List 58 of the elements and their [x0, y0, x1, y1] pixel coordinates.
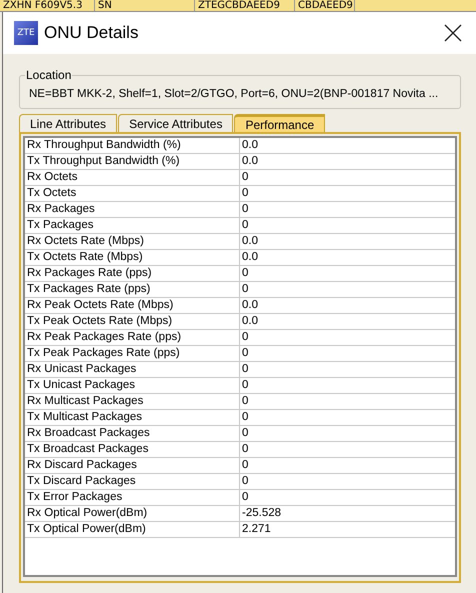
attribute-value-cell-text: 0 [241, 442, 250, 457]
attribute-name-cell: Tx Unicast Packages [25, 378, 240, 393]
attribute-name-cell: Tx Packages [25, 218, 240, 233]
close-icon [443, 23, 463, 43]
attribute-value-cell-text: -25.528 [241, 506, 282, 521]
attribute-name-cell: Tx Throughput Bandwidth (%) [25, 154, 240, 169]
attribute-value-cell-text: 2.271 [241, 522, 272, 537]
attribute-name-cell: Tx Error Packages [25, 490, 240, 505]
attribute-value-cell-text: 0 [241, 186, 250, 201]
attribute-name-cell: Rx Throughput Bandwidth (%) [25, 138, 240, 153]
tab[interactable]: Service Attributes [118, 114, 234, 132]
attribute-name-cell: Rx Multicast Packages [25, 394, 240, 409]
attribute-name-cell: Rx Peak Packages Rate (pps) [25, 330, 240, 345]
attribute-value-cell-text: 0 [241, 362, 250, 377]
attribute-value-cell-text: 0 [241, 346, 250, 361]
attribute-name-cell: Rx Packages Rate (pps) [25, 266, 240, 281]
attribute-name-cell: Tx Optical Power(dBm) [25, 522, 240, 537]
tab[interactable]: Performance [234, 114, 326, 132]
window-title: ONU Details [44, 23, 140, 43]
attribute-value-cell-text: 0.0 [241, 250, 259, 265]
attribute-value-cell-text: 0.0 [241, 314, 259, 329]
attribute-value-cell-text: 0 [241, 458, 250, 473]
attribute-name-cell: Tx Octets [25, 186, 240, 201]
attribute-value-cell-text: 0.0 [241, 154, 259, 169]
attribute-value-cell-text: 0 [241, 378, 250, 393]
attribute-name-cell: Rx Peak Octets Rate (Mbps) [25, 298, 240, 313]
attribute-value-cell-text: 0 [241, 474, 250, 489]
attribute-name-cell: Rx Discard Packages [25, 458, 240, 473]
attribute-name-cell: Tx Peak Octets Rate (Mbps) [25, 314, 240, 329]
attribute-name-cell: Rx Packages [25, 202, 240, 217]
attribute-name-cell: Tx Peak Packages Rate (pps) [25, 346, 240, 361]
attribute-value-cell-text: 0 [241, 170, 250, 185]
attribute-value-cell-text: 0 [241, 426, 250, 441]
attribute-name-cell: Tx Broadcast Packages [25, 442, 240, 457]
attribute-name-cell: Rx Broadcast Packages [25, 426, 240, 441]
attribute-name-cell: Tx Packages Rate (pps) [25, 282, 240, 297]
attribute-value-cell-text: 0 [241, 490, 250, 505]
attribute-value-cell-text: 0 [241, 266, 250, 281]
attribute-name-cell: Tx Multicast Packages [25, 410, 240, 425]
app-logo: ZTE [14, 21, 38, 45]
attribute-name-cell: Rx Unicast Packages [25, 362, 240, 377]
location-value: NE=BBT MKK-2, Shelf=1, Slot=2/GTGO, Port=6, ONU=2(BNP-001817 Novita ... [29, 88, 440, 100]
attribute-value-cell-text: 0 [241, 202, 250, 217]
attribute-value-cell-text: 0.0 [241, 298, 259, 313]
attribute-value-cell-text: 0 [241, 218, 250, 233]
attribute-name-cell: Tx Octets Rate (Mbps) [25, 250, 240, 265]
attribute-value-cell-text: 0.0 [241, 138, 259, 153]
attribute-name-cell: Tx Discard Packages [25, 474, 240, 489]
location-label: Location [25, 68, 72, 82]
attribute-value-cell-text: 0 [241, 330, 250, 345]
attribute-name-cell: Rx Octets Rate (Mbps) [25, 234, 240, 249]
attribute-name-cell: Rx Octets [25, 170, 240, 185]
tab[interactable]: Line Attributes [19, 114, 118, 132]
attribute-value-cell-text: 0 [241, 282, 250, 297]
attribute-value-cell-text: 0 [241, 394, 250, 409]
attribute-value-cell-text: 0.0 [241, 234, 259, 249]
attribute-value-cell-text: 0 [241, 410, 250, 425]
attribute-name-cell: Rx Optical Power(dBm) [25, 506, 240, 521]
